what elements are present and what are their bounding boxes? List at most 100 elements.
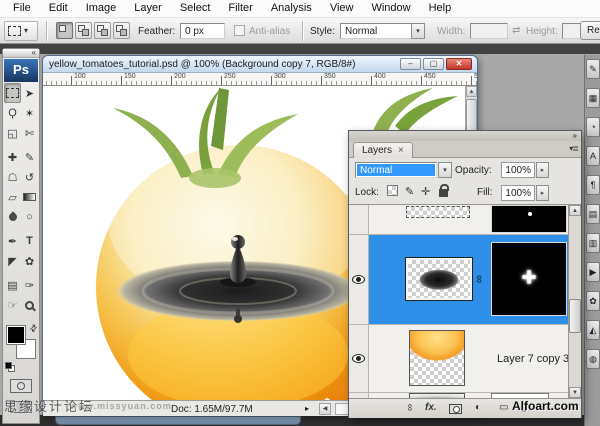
layer-row-selected[interactable]: ∞ ✚	[349, 235, 581, 325]
dock-layer-comps-icon[interactable]: ▤	[586, 204, 600, 224]
menu-filter[interactable]: Filter	[219, 0, 261, 17]
eye-icon[interactable]	[352, 275, 365, 284]
layers-scrollbar[interactable]: ▲ ▼	[568, 205, 581, 398]
visibility-cell[interactable]	[349, 325, 369, 392]
lock-position-icon[interactable]: ✛	[421, 185, 430, 198]
width-input[interactable]	[470, 23, 508, 39]
menu-image[interactable]: Image	[77, 0, 126, 17]
layer-mask-thumbnail[interactable]	[491, 205, 567, 233]
tool-move[interactable]: ➤	[21, 83, 38, 103]
lock-all-icon[interactable]	[439, 184, 449, 197]
dock-styles-icon[interactable]: ◔	[586, 117, 600, 137]
blend-mode-select[interactable]: Normal	[355, 162, 437, 178]
new-group-icon[interactable]: ▭	[499, 402, 508, 413]
style-dropdown-arrow[interactable]: ▾	[411, 23, 425, 39]
dock-character-icon[interactable]: A	[586, 146, 600, 166]
tool-gradient[interactable]	[21, 187, 38, 207]
tool-rectangular-marquee[interactable]	[4, 83, 21, 103]
tool-clone-stamp[interactable]: ☖	[4, 167, 21, 187]
eye-icon[interactable]	[352, 354, 365, 363]
tool-zoom[interactable]	[21, 295, 38, 315]
tool-magic-wand[interactable]: ✶	[21, 103, 38, 123]
tool-blur[interactable]	[4, 207, 21, 227]
selection-mode-new-button[interactable]	[56, 22, 73, 39]
quick-mask-button[interactable]	[10, 379, 32, 393]
swap-dimensions-icon[interactable]: ⇄	[512, 25, 520, 36]
menu-file[interactable]: File	[4, 0, 40, 17]
layer-row-partial-top[interactable]	[349, 205, 581, 235]
feather-input[interactable]: 0 px	[180, 23, 225, 39]
layer-thumbnail[interactable]	[405, 257, 473, 301]
document-titlebar[interactable]: yellow_tomatoes_tutorial.psd @ 100% (Bac…	[43, 56, 477, 73]
scroll-up-icon[interactable]: ▲	[569, 205, 581, 216]
menu-window[interactable]: Window	[362, 0, 419, 17]
panel-collapse-button[interactable]: »	[349, 131, 581, 141]
blend-mode-dropdown-icon[interactable]: ▾	[438, 162, 452, 178]
tab-close-icon[interactable]: ×	[398, 145, 404, 156]
visibility-cell[interactable]	[349, 235, 369, 324]
layer-thumbnail[interactable]	[409, 330, 465, 386]
tab-layers[interactable]: Layers ×	[353, 142, 413, 158]
anti-alias-checkbox[interactable]	[234, 25, 245, 36]
tool-hand[interactable]: ☞	[4, 295, 21, 315]
dock-channels-icon[interactable]: ▥	[586, 233, 600, 253]
menu-layer[interactable]: Layer	[125, 0, 171, 17]
dock-navigator-icon[interactable]: ◍	[586, 349, 600, 369]
add-mask-icon[interactable]	[449, 404, 462, 414]
tool-notes[interactable]: ▤	[4, 275, 21, 295]
horizontal-ruler[interactable]: 100 150 200 250 300 350 400 450 500	[43, 73, 477, 86]
lock-transparency-icon[interactable]	[387, 185, 398, 196]
panel-menu-icon[interactable]: ▾≣	[569, 144, 579, 153]
layer-thumbnail[interactable]	[406, 206, 470, 218]
tool-dodge[interactable]: ○	[21, 207, 38, 227]
toolbar-collapse-button[interactable]: «	[3, 49, 39, 58]
swap-colors-icon[interactable]: ⇄	[28, 322, 41, 335]
tool-eraser[interactable]: ▱	[4, 187, 21, 207]
foreground-color-swatch[interactable]	[6, 325, 26, 345]
layer-row[interactable]: Layer 7 copy 3	[349, 325, 581, 393]
selection-mode-subtract-button[interactable]	[94, 22, 111, 39]
dock-paragraph-icon[interactable]: ¶	[586, 175, 600, 195]
opacity-spinner-icon[interactable]: ▸	[536, 162, 549, 178]
tool-slice[interactable]: ✄	[21, 123, 38, 143]
menu-view[interactable]: View	[321, 0, 363, 17]
layer-style-icon[interactable]: fx.	[425, 402, 437, 413]
selection-mode-add-button[interactable]	[75, 22, 92, 39]
tool-pen[interactable]: ✒	[4, 231, 21, 251]
tool-history-brush[interactable]: ↺	[21, 167, 38, 187]
dock-histogram-icon[interactable]: ◭	[586, 320, 600, 340]
tool-preset-button[interactable]: ▾	[4, 21, 38, 41]
tool-eyedropper[interactable]: ✑	[21, 275, 38, 295]
dock-actions-icon[interactable]: ▶	[586, 262, 600, 282]
opacity-input[interactable]: 100%	[501, 162, 535, 178]
scrollbar-thumb[interactable]	[569, 299, 581, 333]
selection-mode-intersect-button[interactable]	[113, 22, 130, 39]
status-menu-icon[interactable]: ▸	[305, 404, 309, 413]
lock-paint-icon[interactable]: ✎	[405, 185, 414, 198]
adjustment-layer-icon[interactable]: ◐	[475, 402, 481, 413]
fill-input[interactable]: 100%	[501, 185, 535, 201]
layer-mask-thumbnail[interactable]: ✚	[491, 242, 567, 316]
dock-shapes-icon[interactable]: ✿	[586, 291, 600, 311]
minimize-button[interactable]: –	[400, 58, 421, 70]
scroll-down-icon[interactable]: ▼	[569, 387, 581, 398]
menu-select[interactable]: Select	[171, 0, 220, 17]
visibility-cell[interactable]	[349, 205, 369, 234]
menu-edit[interactable]: Edit	[40, 0, 77, 17]
tool-healing-brush[interactable]: ✚	[4, 147, 21, 167]
tool-path-selection[interactable]: ◤	[4, 251, 21, 271]
tool-lasso[interactable]: Ϙ	[4, 103, 21, 123]
dock-brushes-icon[interactable]: ✎	[586, 59, 600, 79]
link-layers-icon[interactable]: ∞	[404, 404, 415, 411]
close-button[interactable]: ✕	[446, 58, 472, 70]
scroll-left-icon[interactable]: ◀	[319, 403, 331, 415]
tool-crop[interactable]: ◱	[4, 123, 21, 143]
refine-edge-button[interactable]: Refine Edge	[580, 21, 600, 40]
scroll-up-icon[interactable]: ▲	[466, 86, 477, 97]
menu-analysis[interactable]: Analysis	[262, 0, 321, 17]
maximize-button[interactable]: ▢	[423, 58, 444, 70]
tool-type[interactable]: T	[21, 231, 38, 251]
tool-brush[interactable]: ✎	[21, 147, 38, 167]
default-colors-icon[interactable]	[5, 362, 12, 369]
dock-swatches-icon[interactable]: ▦	[586, 88, 600, 108]
